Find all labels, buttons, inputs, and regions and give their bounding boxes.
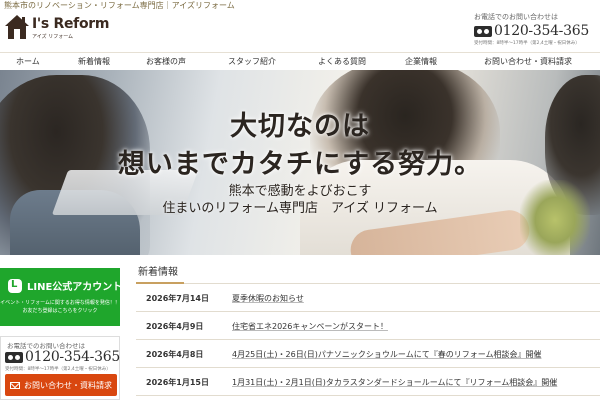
freedial-icon	[474, 25, 492, 37]
news-item[interactable]: 2026年1月15日 1月31日(土)・2月1日(日)タカラスタンダードショール…	[136, 368, 600, 396]
line-description: イベント・リフォームに関するお得な情報を発信！！	[0, 300, 120, 306]
phone-number[interactable]: 0120-354-365	[494, 23, 589, 39]
nav-item-contact[interactable]: お問い合わせ・資料請求	[484, 56, 572, 67]
nav-item-home[interactable]: ホーム	[16, 56, 40, 67]
line-title: LINE公式アカウント	[27, 282, 123, 293]
nav-item-voices[interactable]: お客様の声	[146, 56, 186, 67]
news-item[interactable]: 2026年4月9日 住宅省エネ2026キャンペーンがスタート！	[136, 312, 600, 340]
sidebar-contact: お電話でのお問い合わせは 0120-354-365 受付時間：8時半〜17時半（…	[0, 336, 120, 400]
news-title-link[interactable]: 4月25日(土)・26日(日)パナソニックショウルームにて『春のリフォーム相談会…	[232, 349, 541, 360]
house-icon	[5, 15, 29, 39]
logo-subtext: アイズ リフォーム	[32, 34, 74, 40]
inquiry-button-label: お問い合わせ・資料請求	[24, 380, 112, 390]
hero-banner: 大切なのは 想いまでカタチにする努力。 熊本で感動をよびおこす 住まいのリフォー…	[0, 70, 600, 255]
nav-item-staff[interactable]: スタッフ紹介	[228, 56, 276, 67]
freedial-icon	[5, 351, 23, 363]
line-description-2: お友だち登録はこちらをクリック	[22, 308, 98, 314]
mail-icon	[10, 381, 20, 389]
news-heading: 新着情報	[136, 262, 600, 284]
hero-title-line1: 大切なのは	[230, 111, 370, 142]
news-title-link[interactable]: 夏季休暇のお知らせ	[232, 293, 304, 304]
sidebar-phone-number[interactable]: 0120-354-365	[25, 349, 120, 365]
news-date: 2026年1月15日	[146, 378, 209, 387]
sidebar-business-hours: 受付時間：8時半〜17時半（第2,4土曜・祝日休み）	[5, 367, 111, 372]
news-date: 2026年4月9日	[146, 322, 204, 331]
news-item[interactable]: 2026年7月14日 夏季休暇のお知らせ	[136, 284, 600, 312]
news-title-link[interactable]: 1月31日(土)・2月1日(日)タカラスタンダードショールームにて『リフォーム相…	[232, 377, 557, 388]
main-nav: ホーム 新着情報 お客様の声 スタッフ紹介 よくある質問 企業情報 お問い合わせ…	[0, 52, 600, 70]
hero-title-line2: 想いまでカタチにする努力。	[117, 149, 483, 180]
logo-text: I's Reform	[32, 16, 110, 32]
news-item[interactable]: 2026年4月8日 4月25日(土)・26日(日)パナソニックショウルームにて『…	[136, 340, 600, 368]
business-hours: 受付時間：8時半〜17時半（第2,4土曜・祝日休み）	[474, 41, 580, 46]
header-contact: お電話でのお問い合わせは 0120-354-365 受付時間：8時半〜17時半（…	[474, 12, 594, 46]
site-header: I's Reform アイズ リフォーム お電話でのお問い合わせは 0120-3…	[0, 0, 600, 52]
nav-item-news[interactable]: 新着情報	[78, 56, 110, 67]
site-logo[interactable]: I's Reform アイズ リフォーム	[4, 14, 109, 44]
line-icon	[8, 278, 22, 293]
nav-item-company[interactable]: 企業情報	[405, 56, 437, 67]
nav-item-faq[interactable]: よくある質問	[318, 56, 366, 67]
line-account-button[interactable]: LINE公式アカウント イベント・リフォームに関するお得な情報を発信！！ お友だ…	[0, 268, 123, 326]
hero-subtitle-line2: 住まいのリフォーム専門店 アイズ リフォーム	[162, 201, 438, 216]
contact-label: お電話でのお問い合わせは	[474, 13, 558, 21]
news-title-link[interactable]: 住宅省エネ2026キャンペーンがスタート！	[232, 321, 388, 332]
news-section: 新着情報 2026年7月14日 夏季休暇のお知らせ 2026年4月9日 住宅省エ…	[136, 262, 600, 396]
news-date: 2026年4月8日	[146, 350, 204, 359]
inquiry-button[interactable]: お問い合わせ・資料請求	[5, 374, 117, 396]
news-date: 2026年7月14日	[146, 294, 209, 303]
